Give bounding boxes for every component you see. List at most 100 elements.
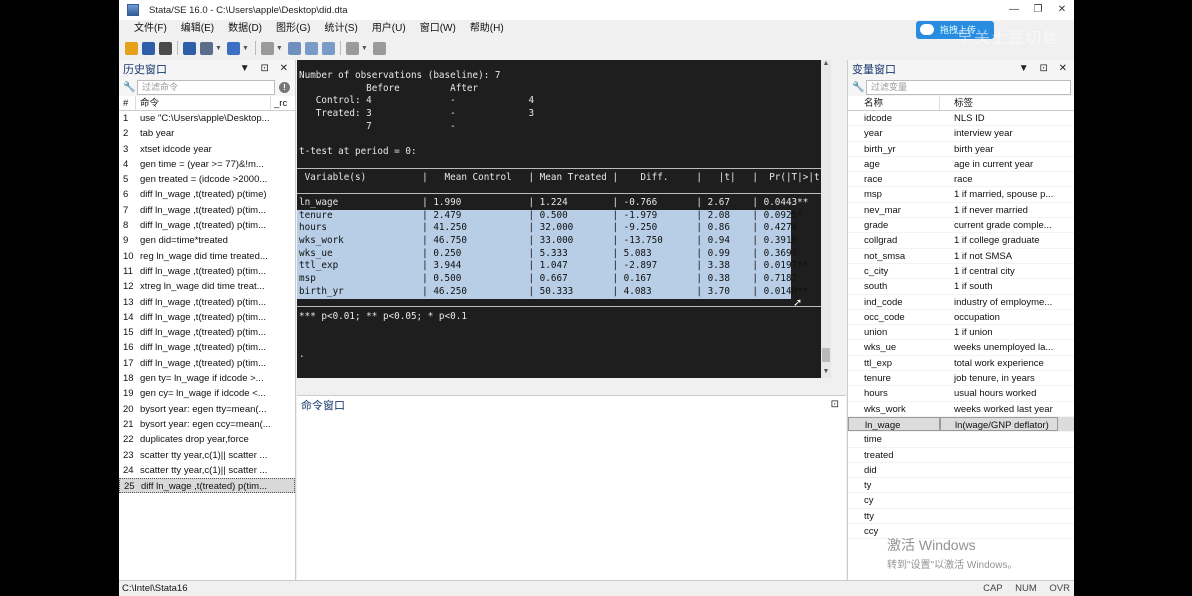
close-window-button[interactable]: ✕ — [1050, 0, 1074, 20]
column-label[interactable]: 标签 — [940, 96, 973, 110]
wrench-icon[interactable]: 🔧 — [852, 82, 866, 93]
variable-row[interactable]: time — [848, 432, 1074, 448]
scroll-thumb[interactable] — [822, 348, 830, 362]
variable-row[interactable]: occ_code occupation — [848, 310, 1074, 326]
history-row[interactable]: 9 gen did=time*treated — [119, 233, 295, 248]
history-row[interactable]: 13 diff ln_wage ,t(treated) p(tim... — [119, 295, 295, 310]
variable-row[interactable]: did — [848, 463, 1074, 479]
history-row[interactable]: 12 xtreg ln_wage did time treat... — [119, 279, 295, 294]
history-row[interactable]: 4 gen time = (year >= 77)&!m... — [119, 157, 295, 172]
variable-row[interactable]: union 1 if union — [848, 325, 1074, 341]
command-window[interactable]: 命令窗口 ⊡ — [297, 395, 846, 580]
variable-row[interactable]: ty — [848, 478, 1074, 494]
variables-manager-icon[interactable] — [321, 41, 335, 55]
column-command[interactable]: 命令 — [136, 96, 271, 110]
log-icon[interactable] — [183, 41, 196, 55]
history-row[interactable]: 15 diff ln_wage ,t(treated) p(tim... — [119, 325, 295, 340]
editor-dropdown-icon[interactable]: ▼ — [276, 45, 283, 52]
variable-row[interactable]: nev_mar 1 if never married — [848, 203, 1074, 219]
history-row[interactable]: 16 diff ln_wage ,t(treated) p(tim... — [119, 340, 295, 355]
more-dropdown-icon[interactable]: ▼ — [361, 45, 368, 52]
info-icon[interactable]: ! — [279, 81, 290, 93]
history-row[interactable]: 1 use "C:\Users\apple\Desktop... — [119, 111, 295, 126]
viewer-dropdown-icon[interactable]: ▼ — [215, 45, 222, 52]
variable-row[interactable]: year interview year — [848, 126, 1074, 142]
history-row[interactable]: 24 scatter tty year,c(1)|| scatter ... — [119, 463, 295, 478]
variable-row[interactable]: c_city 1 if central city — [848, 264, 1074, 280]
menu-edit[interactable]: 编辑(E) — [174, 20, 221, 38]
history-row[interactable]: 20 bysort year: egen tty=mean(... — [119, 402, 295, 417]
variable-row[interactable]: cy — [848, 493, 1074, 509]
more-icon[interactable] — [345, 41, 359, 55]
variable-row[interactable]: ttl_exp total work experience — [848, 356, 1074, 372]
do-file-editor-icon[interactable] — [260, 41, 274, 55]
variable-row[interactable]: grade current grade comple... — [848, 218, 1074, 234]
variable-row[interactable]: ind_code industry of employme... — [848, 295, 1074, 310]
variable-row[interactable]: tty — [848, 509, 1074, 525]
history-row[interactable]: 17 diff ln_wage ,t(treated) p(tim... — [119, 356, 295, 371]
variable-row[interactable]: tenure job tenure, in years — [848, 371, 1074, 387]
history-row[interactable]: 18 gen ty= ln_wage if idcode >... — [119, 371, 295, 386]
history-row[interactable]: 8 diff ln_wage ,t(treated) p(tim... — [119, 218, 295, 233]
menu-user[interactable]: 用户(U) — [365, 20, 413, 38]
variables-panel-controls[interactable]: ▼ ⊡ ✕ — [1019, 60, 1071, 78]
variable-row[interactable]: not_smsa 1 if not SMSA — [848, 249, 1074, 264]
history-row[interactable]: 7 diff ln_wage ,t(treated) p(tim... — [119, 203, 295, 218]
results-scrollbar[interactable]: ▲ ▼ — [821, 60, 831, 378]
column-rc[interactable]: _rc — [271, 96, 287, 110]
wrench-icon[interactable]: 🔧 — [123, 82, 137, 93]
menu-help[interactable]: 帮助(H) — [463, 20, 511, 38]
variable-row[interactable]: ln_wage ln(wage/GNP deflator) — [848, 416, 1074, 433]
menu-statistics[interactable]: 统计(S) — [317, 20, 364, 38]
variable-row[interactable]: wks_work weeks worked last year — [848, 402, 1074, 417]
history-filter-input[interactable]: 过滤命令 — [137, 79, 275, 95]
pin-icon[interactable]: ⊡ — [831, 396, 843, 414]
history-row[interactable]: 25 diff ln_wage ,t(treated) p(tim... — [119, 478, 295, 494]
data-browser-icon[interactable] — [304, 41, 318, 55]
variable-row[interactable]: msp 1 if married, spouse p... — [848, 187, 1074, 203]
open-folder-icon[interactable] — [125, 41, 138, 55]
variable-row[interactable]: age age in current year — [848, 157, 1074, 173]
column-name[interactable]: 名称 — [848, 96, 940, 110]
column-number[interactable]: # — [119, 96, 136, 110]
result-row: msp | 0.500 | 0.667 | 0.167 | 0.38 | 0.7… — [297, 273, 798, 286]
history-panel-controls[interactable]: ▼ ⊡ ✕ — [240, 60, 292, 78]
scroll-up-icon[interactable]: ▲ — [821, 60, 831, 70]
graph-dropdown-icon[interactable]: ▼ — [242, 45, 249, 52]
viewer-icon[interactable] — [200, 41, 213, 55]
variable-row[interactable]: collgrad 1 if college graduate — [848, 233, 1074, 249]
history-row[interactable]: 22 duplicates drop year,force — [119, 432, 295, 447]
break-icon[interactable] — [372, 41, 386, 55]
variable-row[interactable]: idcode NLS ID — [848, 111, 1074, 127]
history-row[interactable]: 11 diff ln_wage ,t(treated) p(tim... — [119, 264, 295, 279]
history-row-command: xtset idcode year — [140, 143, 212, 155]
menu-graphics[interactable]: 图形(G) — [269, 20, 317, 38]
history-row[interactable]: 23 scatter tty year,c(1)|| scatter ... — [119, 448, 295, 463]
menu-file[interactable]: 文件(F) — [127, 20, 174, 38]
variable-row[interactable]: south 1 if south — [848, 279, 1074, 295]
history-row[interactable]: 2 tab year — [119, 126, 295, 141]
variable-row[interactable]: hours usual hours worked — [848, 386, 1074, 402]
graph-icon[interactable] — [226, 41, 240, 55]
maximize-button[interactable]: ❐ — [1026, 0, 1050, 20]
data-editor-icon[interactable] — [287, 41, 301, 55]
history-row[interactable]: 3 xtset idcode year — [119, 142, 295, 157]
scroll-down-icon[interactable]: ▼ — [821, 368, 831, 378]
print-icon[interactable] — [159, 41, 172, 55]
variables-filter-input[interactable]: 过滤变量 — [866, 79, 1071, 95]
history-row[interactable]: 6 diff ln_wage ,t(treated) p(time) — [119, 187, 295, 202]
minimize-button[interactable]: — — [1002, 0, 1026, 20]
history-row[interactable]: 14 diff ln_wage ,t(treated) p(tim... — [119, 310, 295, 325]
variable-row[interactable]: birth_yr birth year — [848, 142, 1074, 157]
menu-window[interactable]: 窗口(W) — [413, 20, 463, 38]
history-row[interactable]: 10 reg ln_wage did time treated... — [119, 249, 295, 264]
variable-row[interactable]: race race — [848, 172, 1074, 188]
variable-row[interactable]: wks_ue weeks unemployed la... — [848, 340, 1074, 356]
history-row[interactable]: 19 gen cy= ln_wage if idcode <... — [119, 386, 295, 401]
history-row[interactable]: 21 bysort year: egen ccy=mean(... — [119, 417, 295, 432]
variable-row[interactable]: treated — [848, 448, 1074, 463]
save-icon[interactable] — [142, 41, 155, 55]
history-row[interactable]: 5 gen treated = (idcode >2000... — [119, 172, 295, 187]
menu-data[interactable]: 数据(D) — [221, 20, 269, 38]
result-row-wrapper: ttl_exp | 3.944 | 1.047 | -2.897 | 3.38 … — [297, 260, 831, 274]
